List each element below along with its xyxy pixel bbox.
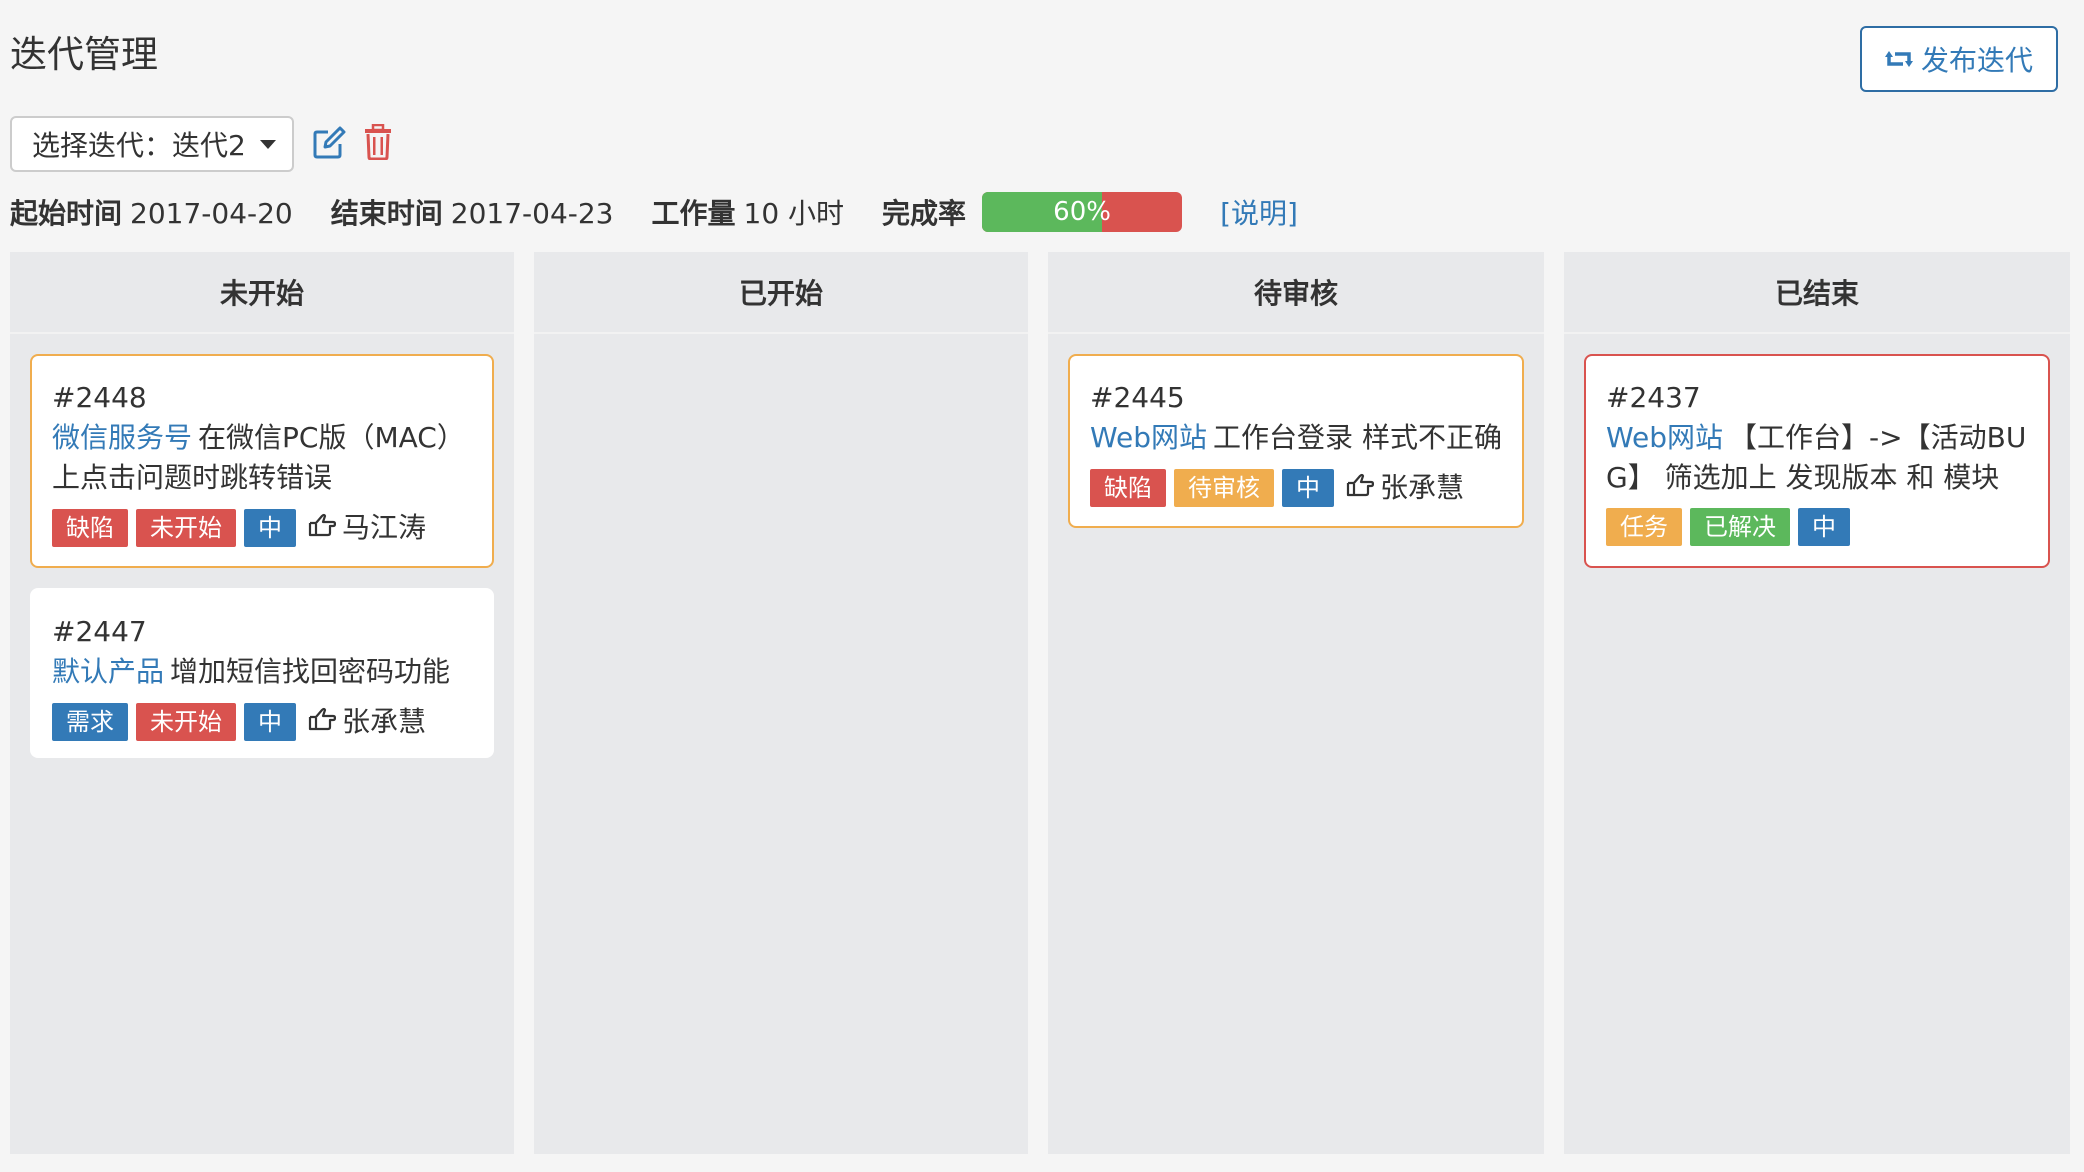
status-badge: 未开始	[136, 703, 236, 741]
hand-point-icon	[308, 702, 337, 742]
completion-progress-bar: 60%	[982, 192, 1183, 232]
column-not-started: 未开始 #2448 微信服务号 在微信PC版（MAC） 上点击问题时跳转错误 缺陷…	[10, 252, 514, 1154]
card-id: #2448	[52, 381, 147, 414]
type-badge: 缺陷	[1090, 469, 1166, 507]
explain-link[interactable]: [说明]	[1220, 192, 1298, 232]
column-header: 未开始	[10, 252, 514, 334]
completion-label: 完成率	[882, 197, 967, 230]
card-tags: 需求 未开始 中 张承慧	[52, 702, 472, 742]
priority-badge: 中	[244, 509, 296, 547]
column-header: 已开始	[534, 252, 1028, 334]
column-started: 已开始	[534, 252, 1028, 1154]
card-title-line: G】 筛选加上 发现版本 和 模块	[1606, 461, 2000, 494]
page-title: 迭代管理	[10, 33, 158, 76]
hand-point-icon	[308, 508, 337, 548]
task-card[interactable]: #2445 Web网站 工作台登录 样式不正确 缺陷 待审核 中 张承慧	[1068, 354, 1524, 528]
product-link[interactable]: 默认产品	[52, 655, 164, 688]
iteration-select-label: 选择迭代：迭代2	[32, 129, 246, 162]
status-badge: 已解决	[1690, 508, 1790, 546]
card-id: #2447	[52, 615, 147, 648]
card-id: #2445	[1090, 381, 1185, 414]
card-tags: 缺陷 未开始 中 马江涛	[52, 508, 472, 548]
workload: 工作量 10 小时	[651, 197, 845, 230]
card-tags: 任务 已解决 中	[1606, 508, 2028, 546]
hand-point-icon	[1346, 468, 1375, 508]
priority-badge: 中	[1798, 508, 1850, 546]
column-header: 已结束	[1564, 252, 2070, 334]
card-title: Web网站 工作台登录 样式不正确	[1090, 421, 1502, 454]
product-link[interactable]: Web网站	[1606, 421, 1723, 454]
caret-down-icon	[259, 139, 276, 149]
iteration-page: 迭代管理 发布迭代 选择迭代：迭代2 起始时间 2017-04-20 结束时间 …	[0, 0, 2084, 1172]
type-badge: 缺陷	[52, 509, 128, 547]
task-card[interactable]: #2437 Web网站 【工作台】->【活动BU G】 筛选加上 发现版本 和 模…	[1584, 354, 2050, 568]
card-id: #2437	[1606, 381, 1701, 414]
column-pending-review: 待审核 #2445 Web网站 工作台登录 样式不正确 缺陷 待审核 中 张承慧	[1048, 252, 1544, 1154]
card-tags: 缺陷 待审核 中 张承慧	[1090, 468, 1502, 508]
type-badge: 任务	[1606, 508, 1682, 546]
type-badge: 需求	[52, 703, 128, 741]
card-title: Web网站 【工作台】->【活动BU	[1606, 421, 2027, 454]
status-badge: 待审核	[1174, 469, 1274, 507]
product-link[interactable]: 微信服务号	[52, 421, 192, 454]
start-time: 起始时间 2017-04-20	[10, 197, 293, 230]
card-title-line: 上点击问题时跳转错误	[52, 461, 333, 494]
publish-iteration-button[interactable]: 发布迭代	[1860, 26, 2058, 92]
task-card[interactable]: #2448 微信服务号 在微信PC版（MAC） 上点击问题时跳转错误 缺陷 未开始…	[30, 354, 494, 568]
completion-progress-text: 60%	[1053, 197, 1111, 227]
column-finished: 已结束 #2437 Web网站 【工作台】->【活动BU G】 筛选加上 发现版本…	[1564, 252, 2070, 1154]
end-time: 结束时间 2017-04-23	[330, 197, 614, 230]
assignee: 张承慧	[1346, 468, 1464, 508]
priority-badge: 中	[244, 703, 296, 741]
publish-iteration-label: 发布迭代	[1920, 44, 2033, 77]
retweet-icon	[1884, 48, 1913, 70]
edit-icon[interactable]	[312, 126, 346, 160]
priority-badge: 中	[1282, 469, 1334, 507]
assignee: 马江涛	[308, 508, 426, 548]
assignee: 张承慧	[308, 702, 426, 742]
iteration-select[interactable]: 选择迭代：迭代2	[10, 116, 294, 172]
task-card[interactable]: #2447 默认产品 增加短信找回密码功能 需求 未开始 中 张承慧	[30, 588, 494, 758]
iteration-info-row: 起始时间 2017-04-20 结束时间 2017-04-23 工作量 10 小时 完…	[10, 190, 1298, 234]
trash-icon[interactable]	[364, 123, 392, 161]
product-link[interactable]: Web网站	[1090, 421, 1207, 454]
card-title: 默认产品 增加短信找回密码功能	[52, 655, 451, 688]
column-header: 待审核	[1048, 252, 1544, 334]
status-badge: 未开始	[136, 509, 236, 547]
card-title: 微信服务号 在微信PC版（MAC）	[52, 421, 465, 454]
